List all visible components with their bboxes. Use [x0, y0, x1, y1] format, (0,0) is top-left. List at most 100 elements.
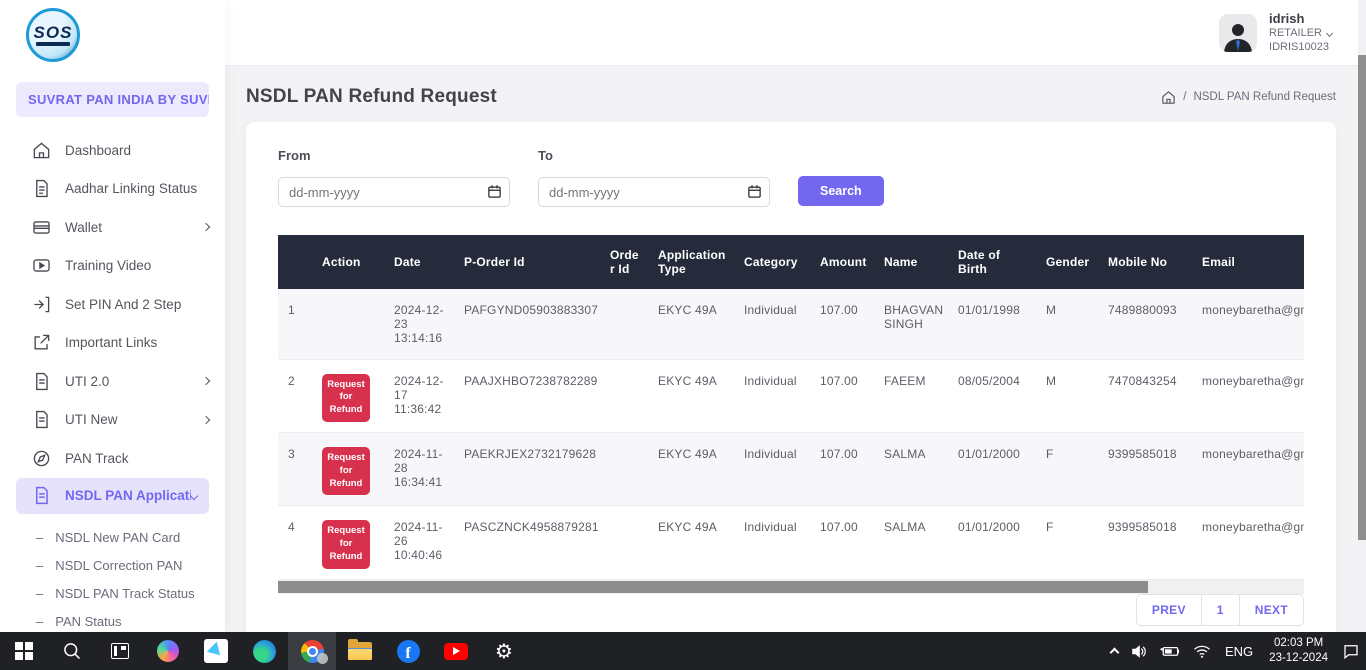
action-center-button[interactable] — [1336, 632, 1366, 670]
start-button[interactable] — [0, 632, 48, 670]
breadcrumb-separator: / — [1183, 91, 1186, 103]
file-explorer-button[interactable] — [336, 632, 384, 670]
from-date-input[interactable] — [278, 177, 510, 207]
cell-action: Request for Refund — [312, 506, 384, 579]
cell-email: moneybaretha@gm — [1192, 359, 1304, 432]
from-label: From — [278, 148, 510, 163]
sidebar-submenu: – NSDL New PAN Card – NSDL Correction PA… — [0, 524, 225, 633]
clock[interactable]: 02:03 PM 23-12-2024 — [1261, 632, 1336, 670]
sidebar-subitem-nsdl-pan-track-status[interactable]: – NSDL PAN Track Status — [0, 580, 225, 608]
cell-apptype: EKYC 49A — [648, 289, 734, 359]
cell-dob: 01/01/2000 — [948, 506, 1036, 579]
avatar — [1219, 14, 1257, 52]
horizontal-scrollbar-thumb[interactable] — [278, 581, 1148, 593]
col-order-id: Order Id — [600, 235, 648, 289]
sidebar-item-label: Aadhar Linking Status — [65, 181, 209, 196]
sidebar-item-uti-new[interactable]: UTI New — [0, 401, 225, 440]
home-icon[interactable] — [1161, 90, 1176, 105]
sidebar-item-label: Dashboard — [65, 143, 209, 158]
horizontal-scrollbar[interactable] — [278, 580, 1304, 594]
facebook-icon: f — [397, 640, 420, 663]
request-refund-button[interactable]: Request for Refund — [322, 447, 370, 495]
battery-button[interactable] — [1153, 632, 1187, 670]
pagination: PREV 1 NEXT — [1136, 594, 1304, 626]
cell-category: Individual — [734, 359, 810, 432]
speaker-icon — [1130, 643, 1147, 660]
edge-button[interactable] — [240, 632, 288, 670]
request-refund-button[interactable]: Request for Refund — [322, 520, 370, 568]
wallet-icon — [32, 218, 51, 237]
table-header-row: Action Date P-Order Id Order Id Applicat… — [278, 235, 1304, 289]
cell-email: moneybaretha@gm — [1192, 289, 1304, 359]
user-meta: idrish RETAILER IDRIS10023 — [1269, 11, 1332, 55]
language-indicator[interactable]: ENG — [1217, 632, 1261, 670]
sidebar-item-aadhar-linking-status[interactable]: Aadhar Linking Status — [0, 170, 225, 209]
sidebar-item-uti-2[interactable]: UTI 2.0 — [0, 362, 225, 401]
compass-icon — [32, 449, 51, 468]
sidebar-item-important-links[interactable]: Important Links — [0, 324, 225, 363]
youtube-button[interactable] — [432, 632, 480, 670]
cell-porder: PAAJXHBO7238782289 — [454, 359, 600, 432]
calendar-icon[interactable] — [487, 184, 502, 199]
cell-apptype: EKYC 49A — [648, 432, 734, 505]
next-page-button[interactable]: NEXT — [1240, 595, 1303, 625]
search-button[interactable]: Search — [798, 176, 884, 206]
windows-taskbar: f ⚙ ENG 02:03 PM 23-12-2024 — [0, 632, 1366, 670]
sidebar-subitem-pan-status[interactable]: – PAN Status — [0, 608, 225, 633]
sidebar-subitem-nsdl-correction-pan[interactable]: – NSDL Correction PAN — [0, 552, 225, 580]
sidebar-subitem-nsdl-new-pan-card[interactable]: – NSDL New PAN Card — [0, 524, 225, 552]
sidebar-item-set-pin[interactable]: Set PIN And 2 Step — [0, 285, 225, 324]
notification-icon — [1342, 642, 1360, 660]
sidebar-item-nsdl-pan-application[interactable]: NSDL PAN Application — [16, 478, 209, 514]
sidebar-item-training-video[interactable]: Training Video — [0, 247, 225, 286]
chrome-profile-badge — [317, 653, 328, 664]
filter-row: From To Search — [278, 148, 1304, 207]
sidebar-item-label: Important Links — [65, 335, 209, 350]
tray-expand-button[interactable] — [1105, 632, 1124, 670]
volume-button[interactable] — [1124, 632, 1153, 670]
to-date-input[interactable] — [538, 177, 770, 207]
breadcrumb: / NSDL PAN Refund Request — [1161, 90, 1336, 105]
logo-text: SOS — [34, 24, 73, 41]
cell-name: FAEEM — [874, 359, 948, 432]
cell-porder: PASCZNCK4958879281 — [454, 506, 600, 579]
sidebar-item-label: NSDL PAN Application — [65, 488, 191, 503]
cell-category: Individual — [734, 289, 810, 359]
vertical-scrollbar-thumb[interactable] — [1358, 55, 1366, 540]
chevron-down-icon — [190, 491, 198, 499]
request-refund-button[interactable]: Request for Refund — [322, 374, 370, 422]
copilot-icon — [157, 640, 179, 662]
calendar-icon[interactable] — [747, 184, 762, 199]
cell-sn: 3 — [278, 432, 312, 505]
breadcrumb-current: NSDL PAN Refund Request — [1193, 91, 1336, 103]
sidebar-item-pan-track[interactable]: PAN Track — [0, 439, 225, 478]
cell-amount: 107.00 — [810, 506, 874, 579]
cell-email: moneybaretha@gm — [1192, 432, 1304, 505]
user-role-label: RETAILER — [1269, 27, 1322, 41]
settings-button[interactable]: ⚙ — [480, 632, 528, 670]
cell-porder: PAEKRJEX2732179628 — [454, 432, 600, 505]
taskbar-search-button[interactable] — [48, 632, 96, 670]
sidebar-item-wallet[interactable]: Wallet — [0, 208, 225, 247]
cell-dob: 01/01/2000 — [948, 432, 1036, 505]
sidebar-item-dashboard[interactable]: Dashboard — [0, 131, 225, 170]
sidebar-item-label: Wallet — [65, 220, 203, 235]
task-view-button[interactable] — [96, 632, 144, 670]
cell-category: Individual — [734, 432, 810, 505]
chrome-button[interactable] — [288, 632, 336, 670]
col-email: Email — [1192, 235, 1304, 289]
user-menu[interactable]: idrish RETAILER IDRIS10023 — [1219, 11, 1332, 55]
vertical-scrollbar[interactable] — [1358, 0, 1366, 632]
copilot-button[interactable] — [144, 632, 192, 670]
cell-mobile: 9399585018 — [1098, 506, 1192, 579]
flutter-app-button[interactable] — [192, 632, 240, 670]
flutter-icon — [204, 639, 228, 663]
sidebar-subitem-label: PAN Status — [55, 614, 121, 629]
sidebar-item-label: UTI New — [65, 412, 203, 427]
cell-gender: F — [1036, 506, 1098, 579]
facebook-button[interactable]: f — [384, 632, 432, 670]
network-button[interactable] — [1187, 632, 1217, 670]
logo[interactable]: SOS — [0, 0, 225, 76]
prev-page-button[interactable]: PREV — [1137, 595, 1202, 625]
page-number-button[interactable]: 1 — [1202, 595, 1240, 625]
